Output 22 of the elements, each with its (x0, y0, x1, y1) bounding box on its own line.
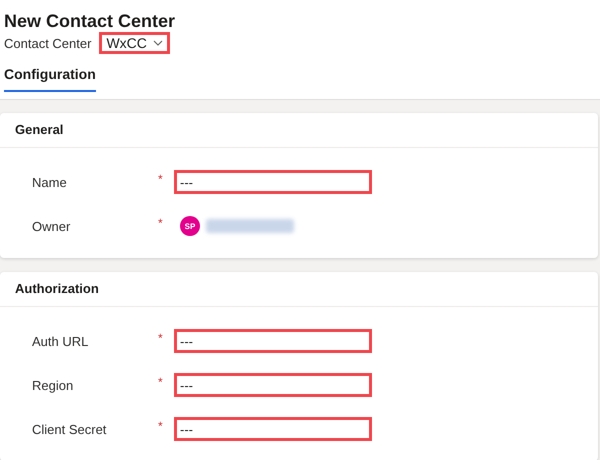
tab[interactable]: Configuration (4, 60, 96, 92)
avatar: SP (180, 216, 200, 236)
required-mark: * (158, 216, 163, 230)
section-title: General (0, 113, 598, 148)
text-field[interactable]: --- (174, 170, 372, 194)
field-label: Owner (31, 218, 72, 234)
required-mark: * (158, 419, 163, 433)
field-label: Client Secret (31, 422, 108, 436)
required-mark: * (158, 172, 163, 186)
required-mark: * (158, 375, 163, 389)
form-selector[interactable]: WxCC (99, 32, 170, 54)
field-label: Region (31, 378, 74, 392)
chevron-down-icon (152, 40, 163, 46)
required-mark: * (158, 331, 163, 345)
section-title: Authorization (0, 272, 598, 307)
page-title: New Contact Center (4, 10, 176, 32)
field-label: Auth URL (31, 334, 90, 348)
text-field[interactable]: --- (174, 329, 372, 353)
text-field[interactable]: --- (174, 373, 372, 397)
entity-label: Contact Center (4, 36, 92, 50)
field-label: Name (31, 174, 68, 190)
text-field[interactable]: --- (174, 417, 372, 441)
